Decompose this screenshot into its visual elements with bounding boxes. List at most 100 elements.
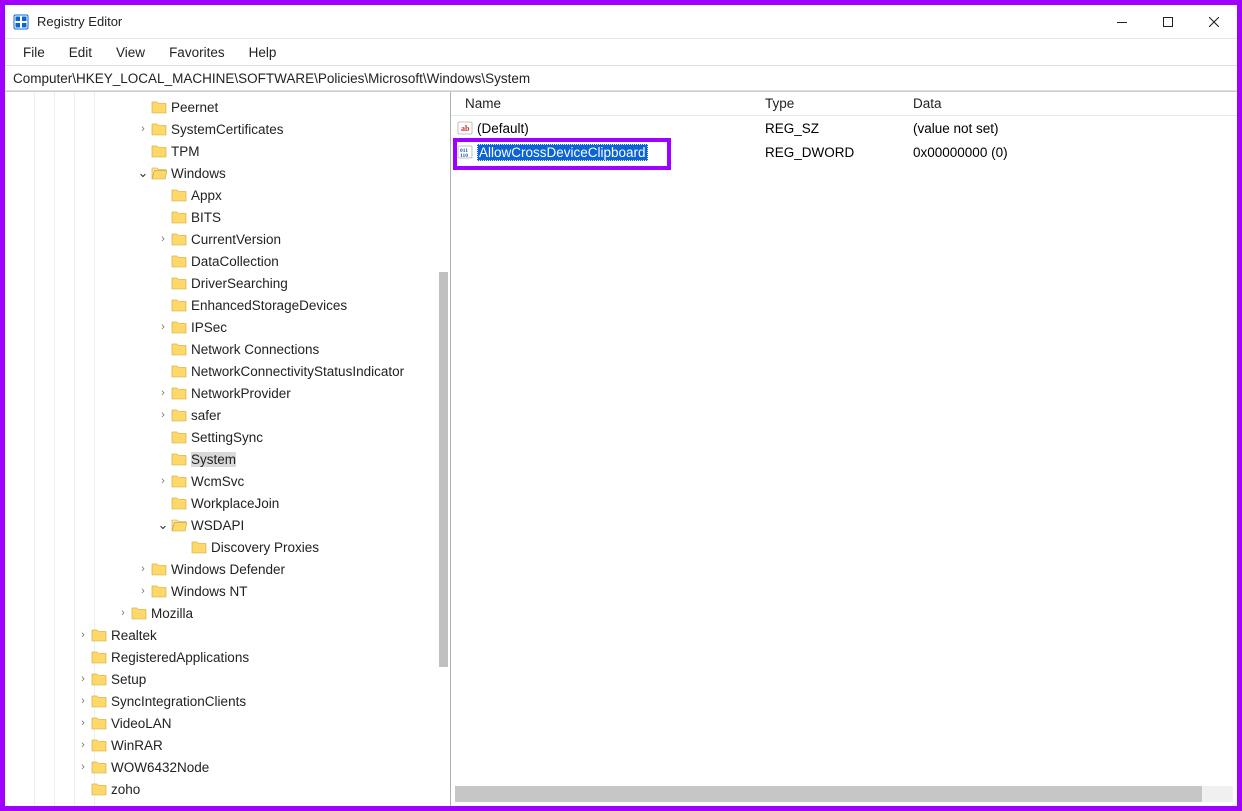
tree-item[interactable]: SettingSync	[5, 426, 450, 448]
chevron-right-icon[interactable]: ›	[75, 629, 91, 641]
menu-favorites[interactable]: Favorites	[159, 43, 235, 62]
chevron-right-icon[interactable]: ›	[155, 475, 171, 487]
chevron-right-icon[interactable]: ›	[75, 739, 91, 751]
tree-item[interactable]: NetworkConnectivityStatusIndicator	[5, 360, 450, 382]
tree-item-label: WcmSvc	[191, 474, 244, 489]
window-title: Registry Editor	[37, 14, 122, 29]
tree-item[interactable]: Discovery Proxies	[5, 536, 450, 558]
tree-item[interactable]: › Realtek	[5, 624, 450, 646]
tree-item[interactable]: RegisteredApplications	[5, 646, 450, 668]
tree-item-label: BITS	[191, 210, 221, 225]
tree-item[interactable]: ›IPSec	[5, 316, 450, 338]
minimize-button[interactable]	[1099, 5, 1145, 38]
app-icon	[13, 14, 29, 30]
tree-item[interactable]: EnhancedStorageDevices	[5, 294, 450, 316]
value-name: (Default)	[477, 121, 529, 136]
menu-help[interactable]: Help	[239, 43, 287, 62]
tree-item[interactable]: ⌄ WSDAPI	[5, 514, 450, 536]
tree-item-label: EnhancedStorageDevices	[191, 298, 347, 313]
tree-item[interactable]: ›WinRAR	[5, 734, 450, 756]
value-row[interactable]: AllowCrossDeviceClipboardREG_DWORD0x0000…	[451, 140, 1237, 164]
chevron-right-icon[interactable]: ›	[155, 321, 171, 333]
folder-icon	[171, 297, 187, 313]
value-hscrollbar[interactable]	[455, 786, 1233, 802]
chevron-right-icon[interactable]: ›	[155, 387, 171, 399]
chevron-right-icon[interactable]: ›	[135, 123, 151, 135]
maximize-button[interactable]	[1145, 5, 1191, 38]
tree-item[interactable]: Network Connections	[5, 338, 450, 360]
col-name[interactable]: Name	[451, 96, 751, 111]
tree-item[interactable]: › CurrentVersion	[5, 228, 450, 250]
chevron-right-icon[interactable]: ›	[75, 695, 91, 707]
folder-icon	[191, 539, 207, 555]
tree-item[interactable]: ›Mozilla	[5, 602, 450, 624]
tree-scrollbar[interactable]	[439, 272, 448, 667]
folder-icon	[91, 671, 107, 687]
tree-item[interactable]: Appx	[5, 184, 450, 206]
tree-item[interactable]: System	[5, 448, 450, 470]
tree-item-label: SettingSync	[191, 430, 263, 445]
tree-item-label: Windows	[171, 166, 226, 181]
chevron-right-icon[interactable]: ›	[75, 673, 91, 685]
tree-item-label: CurrentVersion	[191, 232, 281, 247]
folder-icon	[171, 451, 187, 467]
close-button[interactable]	[1191, 5, 1237, 38]
folder-icon	[171, 517, 187, 533]
value-data: 0x00000000 (0)	[899, 145, 1237, 160]
folder-icon	[171, 253, 187, 269]
col-type[interactable]: Type	[751, 96, 899, 111]
tree-item[interactable]: ›Windows Defender	[5, 558, 450, 580]
chevron-right-icon[interactable]: ›	[135, 585, 151, 597]
tree-item[interactable]: ⌄ Windows	[5, 162, 450, 184]
folder-icon	[171, 231, 187, 247]
chevron-right-icon[interactable]: ›	[155, 233, 171, 245]
tree-item[interactable]: ›VideoLAN	[5, 712, 450, 734]
tree-item-label: DriverSearching	[191, 276, 288, 291]
col-data[interactable]: Data	[899, 96, 1237, 111]
value-pane: Name Type Data (Default)REG_SZ(value not…	[451, 92, 1237, 806]
chevron-down-icon[interactable]: ⌄	[155, 517, 171, 533]
address-bar[interactable]: Computer\HKEY_LOCAL_MACHINE\SOFTWARE\Pol…	[5, 65, 1237, 91]
folder-icon	[91, 759, 107, 775]
chevron-right-icon[interactable]: ›	[155, 409, 171, 421]
tree-item[interactable]: ›Windows NT	[5, 580, 450, 602]
tree-item[interactable]: DriverSearching	[5, 272, 450, 294]
chevron-down-icon[interactable]: ⌄	[135, 165, 151, 181]
folder-icon	[171, 341, 187, 357]
tree-item-label: SystemCertificates	[171, 122, 284, 137]
value-row[interactable]: (Default)REG_SZ(value not set)	[451, 116, 1237, 140]
folder-icon	[151, 561, 167, 577]
menu-edit[interactable]: Edit	[59, 43, 102, 62]
reg-dword-icon	[457, 144, 473, 160]
tree-item[interactable]: TPM	[5, 140, 450, 162]
tree-item[interactable]: ›NetworkProvider	[5, 382, 450, 404]
tree-item-label: Realtek	[111, 628, 157, 643]
tree-item[interactable]: BITS	[5, 206, 450, 228]
menu-view[interactable]: View	[106, 43, 155, 62]
folder-icon	[131, 605, 147, 621]
folder-icon	[171, 495, 187, 511]
tree-item[interactable]: › WcmSvc	[5, 470, 450, 492]
tree-pane: Peernet › SystemCertificates TPM ⌄ Windows App…	[5, 92, 451, 806]
value-header: Name Type Data	[451, 92, 1237, 116]
value-type: REG_DWORD	[751, 145, 899, 160]
tree-item[interactable]: WorkplaceJoin	[5, 492, 450, 514]
tree-item[interactable]: ›WOW6432Node	[5, 756, 450, 778]
tree-item[interactable]: Peernet	[5, 96, 450, 118]
chevron-right-icon[interactable]: ›	[75, 717, 91, 729]
folder-icon	[151, 165, 167, 181]
tree-item[interactable]: DataCollection	[5, 250, 450, 272]
tree-item[interactable]: › SyncIntegrationClients	[5, 690, 450, 712]
tree-item-label: SyncIntegrationClients	[111, 694, 246, 709]
tree-item[interactable]: ›Setup	[5, 668, 450, 690]
folder-icon	[91, 627, 107, 643]
tree-item[interactable]: zoho	[5, 778, 450, 800]
tree-item-label: WSDAPI	[191, 518, 244, 533]
chevron-right-icon[interactable]: ›	[75, 761, 91, 773]
chevron-right-icon[interactable]: ›	[115, 607, 131, 619]
chevron-right-icon[interactable]: ›	[135, 563, 151, 575]
tree-item[interactable]: › SystemCertificates	[5, 118, 450, 140]
folder-icon	[171, 187, 187, 203]
tree-item[interactable]: ›safer	[5, 404, 450, 426]
menu-file[interactable]: File	[13, 43, 55, 62]
